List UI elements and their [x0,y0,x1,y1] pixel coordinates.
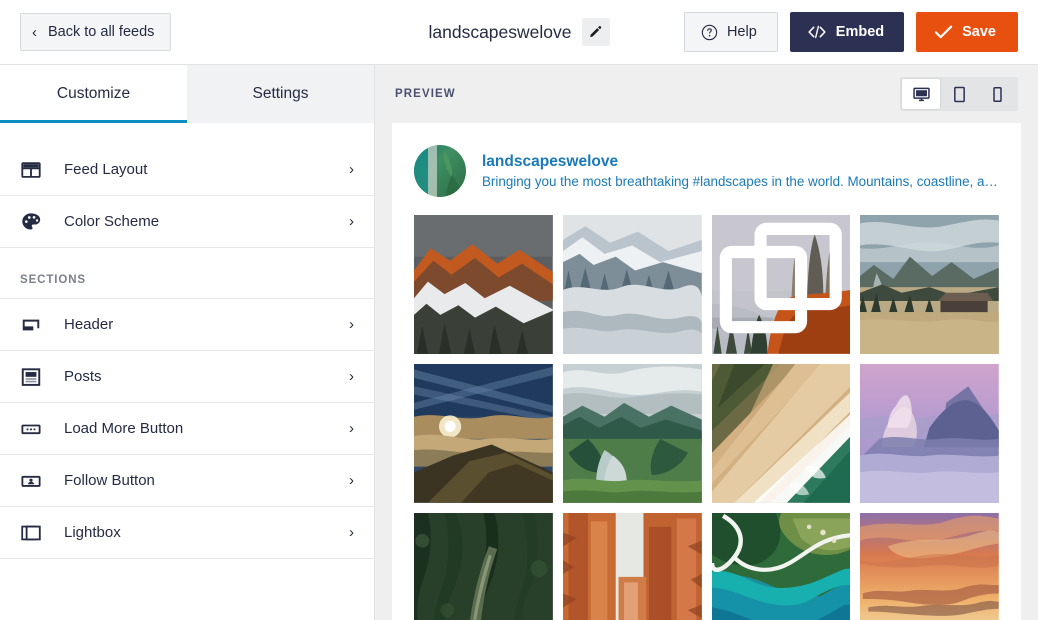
help-button-label: Help [727,24,757,40]
sidebar-item-label: Header [64,316,349,333]
chevron-right-icon: › [349,161,354,178]
code-brackets-icon [807,24,827,40]
sidebar-item-label: Posts [64,368,349,385]
post-item[interactable] [414,513,553,620]
load-more-button-icon [20,418,50,440]
preview-label: PREVIEW [395,88,456,100]
profile-username[interactable]: landscapeswelove [482,153,999,171]
tab-settings-label: Settings [252,85,308,103]
post-item[interactable] [563,215,702,354]
carousel-multi-photo-icon [712,215,851,354]
post-item[interactable] [712,215,851,354]
post-image [712,513,851,620]
sidebar-item-label: Load More Button [64,420,349,437]
device-toggle-group [900,77,1018,111]
post-item[interactable] [414,364,553,503]
post-image [563,513,702,620]
sidebar-tabs: Customize Settings [0,65,374,123]
device-desktop-button[interactable] [902,79,940,109]
sidebar-item-label: Feed Layout [64,161,349,178]
sidebar-item-lightbox[interactable]: Lightbox › [0,507,374,559]
help-button[interactable]: Help [684,12,778,52]
preview-panel: PREVIEW [375,65,1038,620]
sidebar-item-label: Lightbox [64,524,349,541]
checkmark-icon [934,24,953,40]
edit-feed-name-button[interactable] [582,18,610,46]
chevron-right-icon: › [349,420,354,437]
back-to-all-feeds-button[interactable]: ‹ Back to all feeds [20,13,171,51]
desktop-monitor-icon [912,85,931,104]
header-block-icon [20,314,50,336]
main-body: Customize Settings Feed La [0,65,1038,620]
chevron-right-icon: › [349,524,354,541]
chevron-right-icon: › [349,316,354,333]
post-image [563,364,702,503]
question-circle-icon [701,24,718,41]
feed-header: landscapeswelove Bringing you the most b… [414,141,999,215]
posts-grid [414,215,999,620]
feed-header-text: landscapeswelove Bringing you the most b… [482,153,999,189]
sidebar-item-header[interactable]: Header › [0,299,374,351]
post-item[interactable] [563,364,702,503]
post-image [860,215,999,354]
chevron-right-icon: › [349,213,354,230]
posts-card-icon [20,366,50,388]
sidebar: Customize Settings Feed La [0,65,375,620]
post-item[interactable] [860,364,999,503]
sidebar-nav: Feed Layout › Color Scheme › [0,123,374,620]
device-mobile-button[interactable] [978,79,1016,109]
save-button-label: Save [962,24,996,40]
top-bar: ‹ Back to all feeds landscapeswelove Hel… [0,0,1038,65]
sections-heading: SECTIONS [0,248,374,298]
grid-layout-icon [20,159,50,181]
preview-toolbar: PREVIEW [375,65,1038,123]
chevron-right-icon: › [349,472,354,489]
sidebar-item-feed-layout[interactable]: Feed Layout › [0,144,374,196]
sidebar-item-load-more-button[interactable]: Load More Button › [0,403,374,455]
save-button[interactable]: Save [916,12,1018,52]
tab-customize[interactable]: Customize [0,65,187,123]
post-item[interactable] [712,513,851,620]
page-title: landscapeswelove [428,22,571,43]
sidebar-item-follow-button[interactable]: Follow Button › [0,455,374,507]
post-item[interactable] [860,215,999,354]
topbar-actions: Help Embed Save [684,12,1018,52]
tab-customize-label: Customize [57,85,130,103]
sidebar-item-posts[interactable]: Posts › [0,351,374,403]
tab-settings[interactable]: Settings [187,65,374,123]
sidebar-item-label: Color Scheme [64,213,349,230]
nav-top-spacer [0,123,374,144]
chevron-left-icon: ‹ [32,25,37,40]
embed-button[interactable]: Embed [790,12,904,52]
post-image [712,364,851,503]
sidebar-item-color-scheme[interactable]: Color Scheme › [0,196,374,248]
post-image [563,215,702,354]
post-image [414,513,553,620]
post-item[interactable] [563,513,702,620]
post-image [414,364,553,503]
tablet-icon [951,85,968,104]
palette-icon [20,211,50,233]
pencil-icon [588,25,603,40]
back-button-label: Back to all feeds [48,24,154,40]
follow-button-icon [20,470,50,492]
profile-bio: Bringing you the most breathtaking #land… [482,174,999,189]
post-image [414,215,553,354]
post-item[interactable] [860,513,999,620]
feed-customizer-app: ‹ Back to all feeds landscapeswelove Hel… [0,0,1038,620]
post-item[interactable] [414,215,553,354]
chevron-right-icon: › [349,368,354,385]
preview-feed-card: landscapeswelove Bringing you the most b… [392,123,1021,620]
avatar[interactable] [414,145,466,197]
lightbox-stack-icon [20,522,50,544]
post-image [860,513,999,620]
sidebar-item-label: Follow Button [64,472,349,489]
post-image [860,364,999,503]
embed-button-label: Embed [836,24,884,40]
post-item[interactable] [712,364,851,503]
sections-list: Header › Posts › [0,298,374,559]
mobile-phone-icon [990,85,1005,104]
device-tablet-button[interactable] [940,79,978,109]
